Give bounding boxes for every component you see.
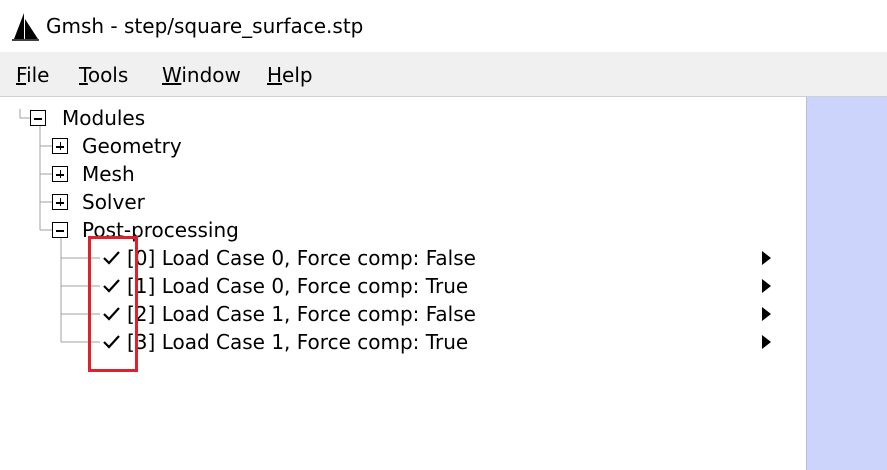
tree-item-view-2[interactable]: [2] Load Case 1, Force comp: False	[127, 302, 476, 326]
plus-icon-v	[59, 142, 61, 150]
view-3-checkbox[interactable]	[100, 332, 122, 352]
collapse-modules-toggle[interactable]	[30, 110, 46, 126]
tree-item-post-processing[interactable]: Post-processing	[82, 218, 239, 242]
expand-mesh-toggle[interactable]	[52, 166, 68, 182]
plus-icon-v	[59, 170, 61, 178]
view-3-options-arrow-icon[interactable]	[760, 334, 772, 350]
tree-item-view-0[interactable]: [0] Load Case 0, Force comp: False	[127, 246, 476, 270]
tree-item-modules[interactable]: Modules	[62, 106, 145, 130]
view-1-checkbox[interactable]	[100, 276, 122, 296]
expand-geometry-toggle[interactable]	[52, 138, 68, 154]
view-0-options-arrow-icon[interactable]	[760, 250, 772, 266]
tree-item-view-1[interactable]: [1] Load Case 0, Force comp: True	[127, 274, 468, 298]
collapse-post-processing-toggle[interactable]	[52, 222, 68, 238]
minus-icon	[34, 118, 42, 120]
view-1-options-arrow-icon[interactable]	[760, 278, 772, 294]
graphics-panel[interactable]	[806, 97, 887, 470]
tree-item-geometry[interactable]: Geometry	[82, 134, 182, 158]
minus-icon	[56, 230, 64, 232]
plus-icon-v	[59, 198, 61, 206]
expand-solver-toggle[interactable]	[52, 194, 68, 210]
view-0-checkbox[interactable]	[100, 248, 122, 268]
view-2-options-arrow-icon[interactable]	[760, 306, 772, 322]
tree-item-solver[interactable]: Solver	[82, 190, 145, 214]
tree-item-view-3[interactable]: [3] Load Case 1, Force comp: True	[127, 330, 468, 354]
view-2-checkbox[interactable]	[100, 304, 122, 324]
tree-item-mesh[interactable]: Mesh	[82, 162, 135, 186]
